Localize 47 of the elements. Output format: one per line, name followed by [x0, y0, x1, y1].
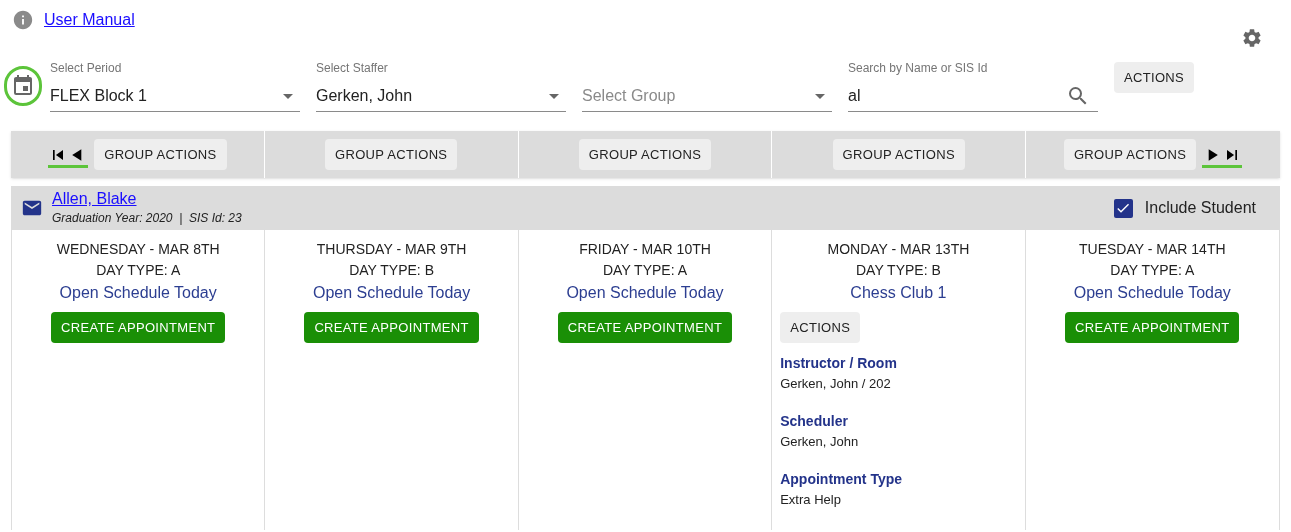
detail-value: Gerken, John: [780, 433, 860, 451]
field-label: Select Staffer: [316, 60, 389, 76]
day-type: DAY TYPE: A: [602, 261, 687, 280]
detail-value: Extra Help: [780, 491, 842, 509]
select-field[interactable]: Gerken, John: [316, 80, 566, 112]
calendar-icon[interactable]: [11, 74, 35, 98]
schedule-link[interactable]: Chess Club 1: [850, 281, 947, 305]
day-type: DAY TYPE: A: [96, 261, 181, 280]
create-appointment-button[interactable]: CREATE APPOINTMENT: [1065, 312, 1240, 343]
student-meta: Graduation Year: 2020 | SIS Id: 23: [52, 210, 243, 227]
group-actions-button[interactable]: GROUP ACTIONS: [1063, 139, 1197, 170]
select-field[interactable]: Select Group: [582, 80, 832, 112]
field-label: Search by Name or SIS Id: [848, 60, 989, 76]
include-checkbox[interactable]: [1113, 198, 1133, 218]
day-type: DAY TYPE: B: [349, 261, 434, 280]
create-appointment-button[interactable]: CREATE APPOINTMENT: [304, 312, 479, 343]
detail-label: Scheduler: [780, 412, 849, 431]
student-name-link[interactable]: Allen, Blake: [52, 189, 137, 209]
group-actions-button[interactable]: GROUP ACTIONS: [94, 139, 227, 170]
schedule-link[interactable]: Open Schedule Today: [59, 281, 217, 305]
schedule-link[interactable]: Open Schedule Today: [1073, 281, 1231, 305]
schedule-link[interactable]: Open Schedule Today: [566, 281, 724, 305]
actions-button[interactable]: ACTIONS: [1114, 62, 1195, 93]
settings-icon[interactable]: [1241, 27, 1263, 49]
select-field[interactable]: FLEX Block 1: [50, 80, 300, 112]
create-appointment-button[interactable]: CREATE APPOINTMENT: [51, 312, 226, 343]
user-manual-link[interactable]: User Manual: [44, 7, 135, 32]
actions-button[interactable]: ACTIONS: [780, 312, 861, 343]
detail-label: Appointment Type: [780, 470, 904, 489]
group-actions-button[interactable]: GROUP ACTIONS: [578, 139, 712, 170]
detail-label: Instructor / Room: [780, 354, 898, 373]
day-date: THURSDAY - MAR 9TH: [316, 240, 467, 259]
group-actions-button[interactable]: GROUP ACTIONS: [325, 139, 458, 170]
day-type: DAY TYPE: A: [1110, 261, 1195, 280]
info-icon: [12, 8, 34, 31]
day-type: DAY TYPE: B: [855, 261, 941, 280]
field-label: Select Period: [50, 60, 123, 76]
group-actions-button[interactable]: GROUP ACTIONS: [832, 139, 965, 170]
day-date: FRIDAY - MAR 10TH: [579, 240, 711, 259]
schedule-link[interactable]: Open Schedule Today: [313, 281, 471, 305]
day-date: TUESDAY - MAR 14TH: [1079, 240, 1226, 259]
include-label: Include Student: [1144, 198, 1256, 218]
detail-value: Gerken, John / 202: [780, 375, 892, 393]
create-appointment-button[interactable]: CREATE APPOINTMENT: [557, 312, 733, 343]
day-date: MONDAY - MAR 13TH: [827, 240, 970, 259]
day-date: WEDNESDAY - MAR 8TH: [56, 240, 220, 259]
search-field[interactable]: al: [848, 80, 1098, 112]
